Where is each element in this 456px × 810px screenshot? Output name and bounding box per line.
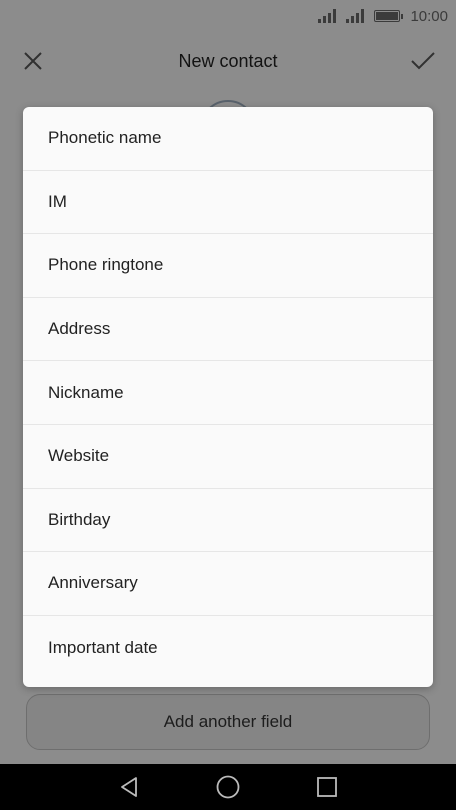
option-phonetic-name[interactable]: Phonetic name	[23, 107, 433, 171]
option-important-date[interactable]: Important date	[23, 616, 433, 680]
option-birthday[interactable]: Birthday	[23, 489, 433, 553]
option-website[interactable]: Website	[23, 425, 433, 489]
screen: 10:00 New contact Add another field Phon…	[0, 0, 456, 810]
field-picker-dialog: Phonetic name IM Phone ringtone Address …	[23, 107, 433, 687]
option-address[interactable]: Address	[23, 298, 433, 362]
option-nickname[interactable]: Nickname	[23, 361, 433, 425]
recents-square-icon[interactable]	[312, 772, 342, 802]
home-circle-icon[interactable]	[213, 772, 243, 802]
option-anniversary[interactable]: Anniversary	[23, 552, 433, 616]
navigation-bar	[0, 764, 456, 810]
option-im[interactable]: IM	[23, 171, 433, 235]
option-phone-ringtone[interactable]: Phone ringtone	[23, 234, 433, 298]
back-triangle-icon[interactable]	[114, 772, 144, 802]
